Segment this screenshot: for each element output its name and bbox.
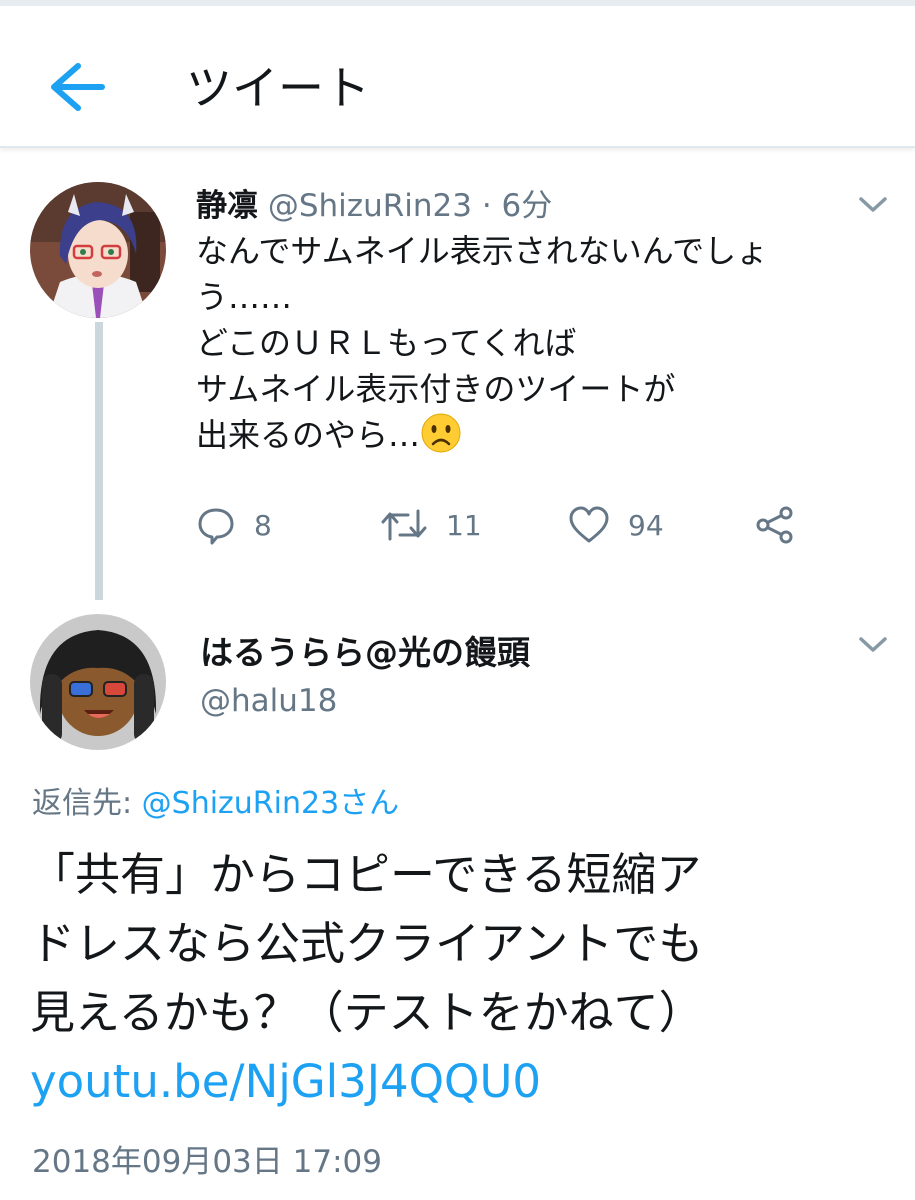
back-button[interactable] — [44, 58, 110, 114]
page-title: ツイート — [186, 61, 370, 115]
tweet1-menu-button[interactable] — [856, 192, 890, 216]
top-app-bar: ツイート — [0, 0, 915, 148]
tweet2-line: 「共有」からコピーできる短縮ア — [30, 848, 702, 901]
tweet1-line-last: 出来るのやら… — [196, 412, 886, 458]
tweet2-author-name[interactable]: はるうらら@光の饅頭 — [200, 626, 530, 674]
tweet2-link[interactable]: youtu.be/NjGl3J4QQU0 — [30, 1047, 890, 1116]
tweet1-line: 出来るのやら… — [196, 416, 421, 454]
tweet2-author-handle[interactable]: @halu18 — [200, 683, 337, 719]
tweet1-line: なんでサムネイル表示されないんでしょ — [196, 232, 769, 270]
tweet1-time: 6分 — [501, 188, 553, 224]
tweet2-text: 「共有」からコピーできる短縮ア ドレスなら公式クライアントでも 見えるかも？（テ… — [30, 840, 890, 1116]
retweet-count: 11 — [446, 508, 482, 542]
retweet-button[interactable]: 11 — [380, 500, 482, 550]
tweet2-menu-button[interactable] — [856, 632, 890, 656]
separator-dot: · — [481, 188, 492, 224]
tweet1-line: サムネイル表示付きのツイートが — [196, 370, 676, 408]
tweet1-text: なんでサムネイル表示されないんでしょ う…… どこのＵＲＬもってくれば サムネイ… — [196, 228, 886, 458]
replying-prefix: 返信先: — [32, 786, 142, 821]
chevron-down-icon — [859, 197, 887, 212]
like-count: 94 — [628, 508, 664, 542]
tweet2-timestamp: 2018年09月03日 17:09 — [32, 1144, 382, 1180]
chevron-down-icon — [859, 637, 887, 652]
thread-connector-line — [95, 322, 103, 600]
like-icon — [569, 506, 609, 543]
tweet1-author-handle[interactable]: @ShizuRin23 — [268, 188, 472, 224]
retweet-icon — [381, 509, 427, 541]
worried-face-emoji — [421, 413, 461, 453]
tweet1-header: 静凛 @ShizuRin23 · 6分 — [196, 180, 552, 225]
back-arrow-icon — [51, 63, 105, 111]
avatar-shizurin[interactable] — [30, 182, 166, 318]
avatar-halu18[interactable] — [30, 614, 166, 750]
share-button[interactable] — [754, 500, 796, 550]
avatar-image — [30, 182, 166, 318]
tweet2-line: ドレスなら公式クライアントでも — [30, 917, 704, 970]
tweet1-line: どこのＵＲＬもってくれば — [196, 324, 577, 362]
reply-count: 8 — [254, 508, 272, 542]
tweet1-author-name[interactable]: 静凛 — [196, 188, 258, 224]
reply-icon — [198, 508, 234, 545]
like-button[interactable]: 94 — [568, 500, 664, 550]
replying-to-link[interactable]: @ShizuRin23さん — [142, 786, 400, 821]
avatar-image — [30, 614, 166, 750]
tweet2-line: 見えるかも？（テストをかねて） — [30, 986, 704, 1039]
share-icon — [756, 506, 793, 544]
replying-to: 返信先: @ShizuRin23さん — [32, 778, 399, 822]
tweet1-line: う…… — [196, 278, 293, 316]
reply-button[interactable]: 8 — [196, 500, 272, 550]
